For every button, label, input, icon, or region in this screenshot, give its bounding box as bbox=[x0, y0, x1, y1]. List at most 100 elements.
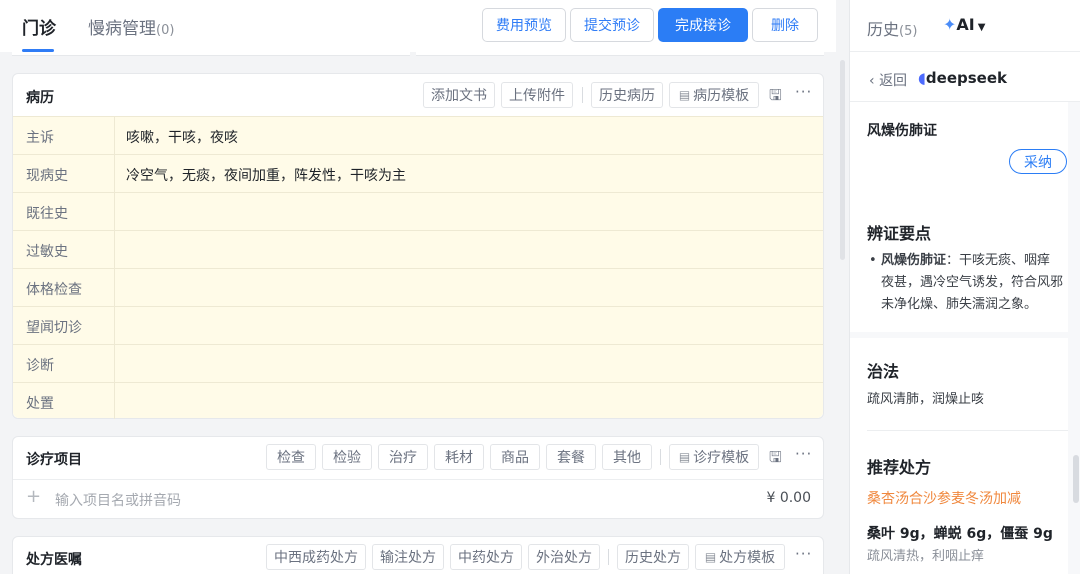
treatment-method-section: 治法 疏风清肺，润燥止咳 bbox=[850, 338, 1068, 432]
card-title: 处方医嘱 bbox=[26, 552, 82, 568]
tab-outpatient[interactable]: 门诊 bbox=[22, 14, 56, 39]
ai-side-panel: 历史(5) ✦AI ▼ ‹ 返回 ◖deepseek 风燥伤肺证 采纳 辨证要点 … bbox=[849, 0, 1080, 574]
section-title: 辨证要点 bbox=[867, 224, 932, 243]
record-row-physical-exam[interactable]: 体格检查 bbox=[13, 268, 823, 307]
more-icon[interactable]: ··· bbox=[795, 545, 812, 563]
treatment-template-button[interactable]: ▤ 诊疗模板 bbox=[669, 444, 759, 470]
history-count: (5) bbox=[899, 24, 918, 39]
row-label: 诊断 bbox=[26, 358, 54, 374]
panel-header: 历史(5) ✦AI ▼ bbox=[850, 0, 1080, 52]
add-icon[interactable]: + bbox=[26, 486, 41, 507]
section-title: 治法 bbox=[867, 362, 900, 381]
record-row-disposition[interactable]: 处置 bbox=[13, 382, 823, 419]
ai-tab[interactable]: ✦AI ▼ bbox=[943, 15, 985, 34]
delete-button[interactable]: 删除 bbox=[752, 8, 818, 42]
record-row-allergy[interactable]: 过敏史 bbox=[13, 230, 823, 269]
more-icon[interactable]: ··· bbox=[795, 445, 812, 463]
key-points-bold: 风燥伤肺证 bbox=[881, 253, 947, 268]
card-title: 病历 bbox=[26, 90, 54, 106]
diagnosis-text: 风燥伤肺证 bbox=[867, 123, 937, 139]
row-label: 既往史 bbox=[26, 206, 68, 222]
upload-attachment-button[interactable]: 上传附件 bbox=[501, 82, 573, 108]
row-label: 处置 bbox=[26, 396, 54, 412]
template-icon: ▤ bbox=[678, 88, 691, 102]
package-button[interactable]: 套餐 bbox=[546, 444, 596, 470]
panel-subheader: ‹ 返回 ◖deepseek bbox=[850, 52, 1080, 102]
chinese-western-rx-button[interactable]: 中西成药处方 bbox=[266, 544, 366, 570]
whale-icon: ◖ bbox=[918, 69, 926, 87]
rx-name: 桑杏汤合沙参麦冬汤加减 bbox=[867, 491, 1021, 507]
row-label: 主诉 bbox=[26, 130, 54, 146]
back-button[interactable]: ‹ 返回 bbox=[869, 70, 907, 90]
button-label: 处方模板 bbox=[719, 550, 776, 566]
card-title: 诊疗项目 bbox=[26, 452, 82, 468]
tab-count: (0) bbox=[156, 23, 175, 38]
record-row-tcm-exam[interactable]: 望闻切诊 bbox=[13, 306, 823, 345]
section-title: 推荐处方 bbox=[867, 458, 932, 477]
more-icon[interactable]: ··· bbox=[795, 83, 812, 101]
prescription-card: 处方医嘱 中西成药处方 输注处方 中药处方 外治处方 历史处方 ▤ 处方模板 ··… bbox=[12, 536, 824, 574]
add-document-button[interactable]: 添加文书 bbox=[423, 82, 495, 108]
row-value: 冷空气，无痰，夜间加重，阵发性，干咳为主 bbox=[126, 168, 406, 184]
treatment-total: ¥ 0.00 bbox=[766, 490, 811, 506]
deepseek-logo: ◖deepseek bbox=[918, 69, 1007, 87]
goods-button[interactable]: 商品 bbox=[490, 444, 540, 470]
template-icon: ▤ bbox=[678, 450, 691, 464]
button-label: 病历模板 bbox=[693, 88, 750, 104]
chevron-left-icon: ‹ bbox=[869, 73, 875, 89]
adopt-button[interactable]: 采纳 bbox=[1009, 149, 1067, 174]
item-search-input[interactable]: 输入项目名或拼音码 bbox=[55, 490, 181, 510]
exam-button[interactable]: 检查 bbox=[266, 444, 316, 470]
ai-label: AI bbox=[956, 15, 975, 34]
history-records-button[interactable]: 历史病历 bbox=[591, 82, 663, 108]
lab-test-button[interactable]: 检验 bbox=[322, 444, 372, 470]
record-row-past-history[interactable]: 既往史 bbox=[13, 192, 823, 231]
panel-body: 风燥伤肺证 采纳 辨证要点 • 风燥伤肺证：干咳无痰、咽痒夜甚，遇冷空气诱发，符… bbox=[850, 102, 1080, 574]
diagnosis-section: 风燥伤肺证 采纳 bbox=[850, 102, 1068, 206]
herbal-rx-button[interactable]: 中药处方 bbox=[450, 544, 522, 570]
main-scrollbar[interactable] bbox=[836, 0, 849, 574]
consumables-button[interactable]: 耗材 bbox=[434, 444, 484, 470]
record-template-button[interactable]: ▤ 病历模板 bbox=[669, 82, 759, 108]
button-label: 诊疗模板 bbox=[693, 450, 750, 466]
therapy-button[interactable]: 治疗 bbox=[378, 444, 428, 470]
key-points-section: 辨证要点 • 风燥伤肺证：干咳无痰、咽痒夜甚，遇冷空气诱发，符合风邪未净化燥、肺… bbox=[850, 206, 1068, 332]
infusion-rx-button[interactable]: 输注处方 bbox=[372, 544, 444, 570]
row-value: 咳嗽，干咳，夜咳 bbox=[126, 130, 238, 146]
row-label: 望闻切诊 bbox=[26, 320, 82, 336]
submit-precheck-button[interactable]: 提交预诊 bbox=[570, 8, 654, 42]
complete-visit-button[interactable]: 完成接诊 bbox=[658, 8, 748, 42]
brand-name: deepseek bbox=[925, 69, 1007, 87]
record-row-diagnosis[interactable]: 诊断 bbox=[13, 344, 823, 383]
record-row-present-history[interactable]: 现病史 冷空气，无痰，夜间加重，阵发性，干咳为主 bbox=[13, 154, 823, 193]
other-button[interactable]: 其他 bbox=[602, 444, 652, 470]
row-label: 现病史 bbox=[26, 168, 68, 184]
external-rx-button[interactable]: 外治处方 bbox=[528, 544, 600, 570]
fee-preview-button[interactable]: 费用预览 bbox=[482, 8, 566, 42]
history-label: 历史 bbox=[867, 20, 900, 39]
save-icon[interactable]: 🖫 bbox=[769, 447, 782, 472]
top-bar: 门诊 慢病管理(0) 费用预览 提交预诊 完成接诊 删除 bbox=[0, 0, 836, 52]
treatment-method-text: 疏风清肺，润燥止咳 bbox=[867, 392, 985, 407]
save-icon[interactable]: 🖫 bbox=[769, 85, 782, 110]
history-rx-button[interactable]: 历史处方 bbox=[617, 544, 689, 570]
row-label: 过敏史 bbox=[26, 244, 68, 260]
rx-effect: 疏风清热，利咽止痒 bbox=[867, 549, 985, 564]
main-area: 门诊 慢病管理(0) 费用预览 提交预诊 完成接诊 删除 病历 添加文书 上传附… bbox=[0, 0, 836, 574]
divider bbox=[582, 87, 583, 103]
rx-herbs: 桑叶 9g，蝉蜕 6g，僵蚕 9g bbox=[867, 526, 1053, 542]
tab-label: 门诊 bbox=[22, 19, 56, 39]
tab-chronic-disease[interactable]: 慢病管理(0) bbox=[88, 14, 174, 39]
record-row-complaint[interactable]: 主诉 咳嗽，干咳，夜咳 bbox=[13, 116, 823, 155]
tab-label: 慢病管理 bbox=[88, 19, 156, 39]
divider bbox=[608, 549, 609, 565]
rx-template-button[interactable]: ▤ 处方模板 bbox=[695, 544, 785, 570]
section-strip bbox=[12, 52, 824, 58]
recommended-rx-section: 推荐处方 桑杏汤合沙参麦冬汤加减 桑叶 9g，蝉蜕 6g，僵蚕 9g 疏风清热，… bbox=[850, 432, 1068, 574]
sparkle-icon: ✦ bbox=[943, 15, 957, 34]
panel-scrollbar[interactable] bbox=[1073, 455, 1079, 503]
key-points-text: • 风燥伤肺证：干咳无痰、咽痒夜甚，遇冷空气诱发，符合风邪未净化燥、肺失濡润之象… bbox=[869, 253, 1064, 312]
medical-record-card: 病历 添加文书 上传附件 历史病历 ▤ 病历模板 🖫 ··· 主诉 咳嗽，干咳，夜… bbox=[12, 73, 824, 419]
history-tab[interactable]: 历史(5) bbox=[867, 16, 917, 40]
caret-down-icon: ▼ bbox=[977, 22, 986, 33]
